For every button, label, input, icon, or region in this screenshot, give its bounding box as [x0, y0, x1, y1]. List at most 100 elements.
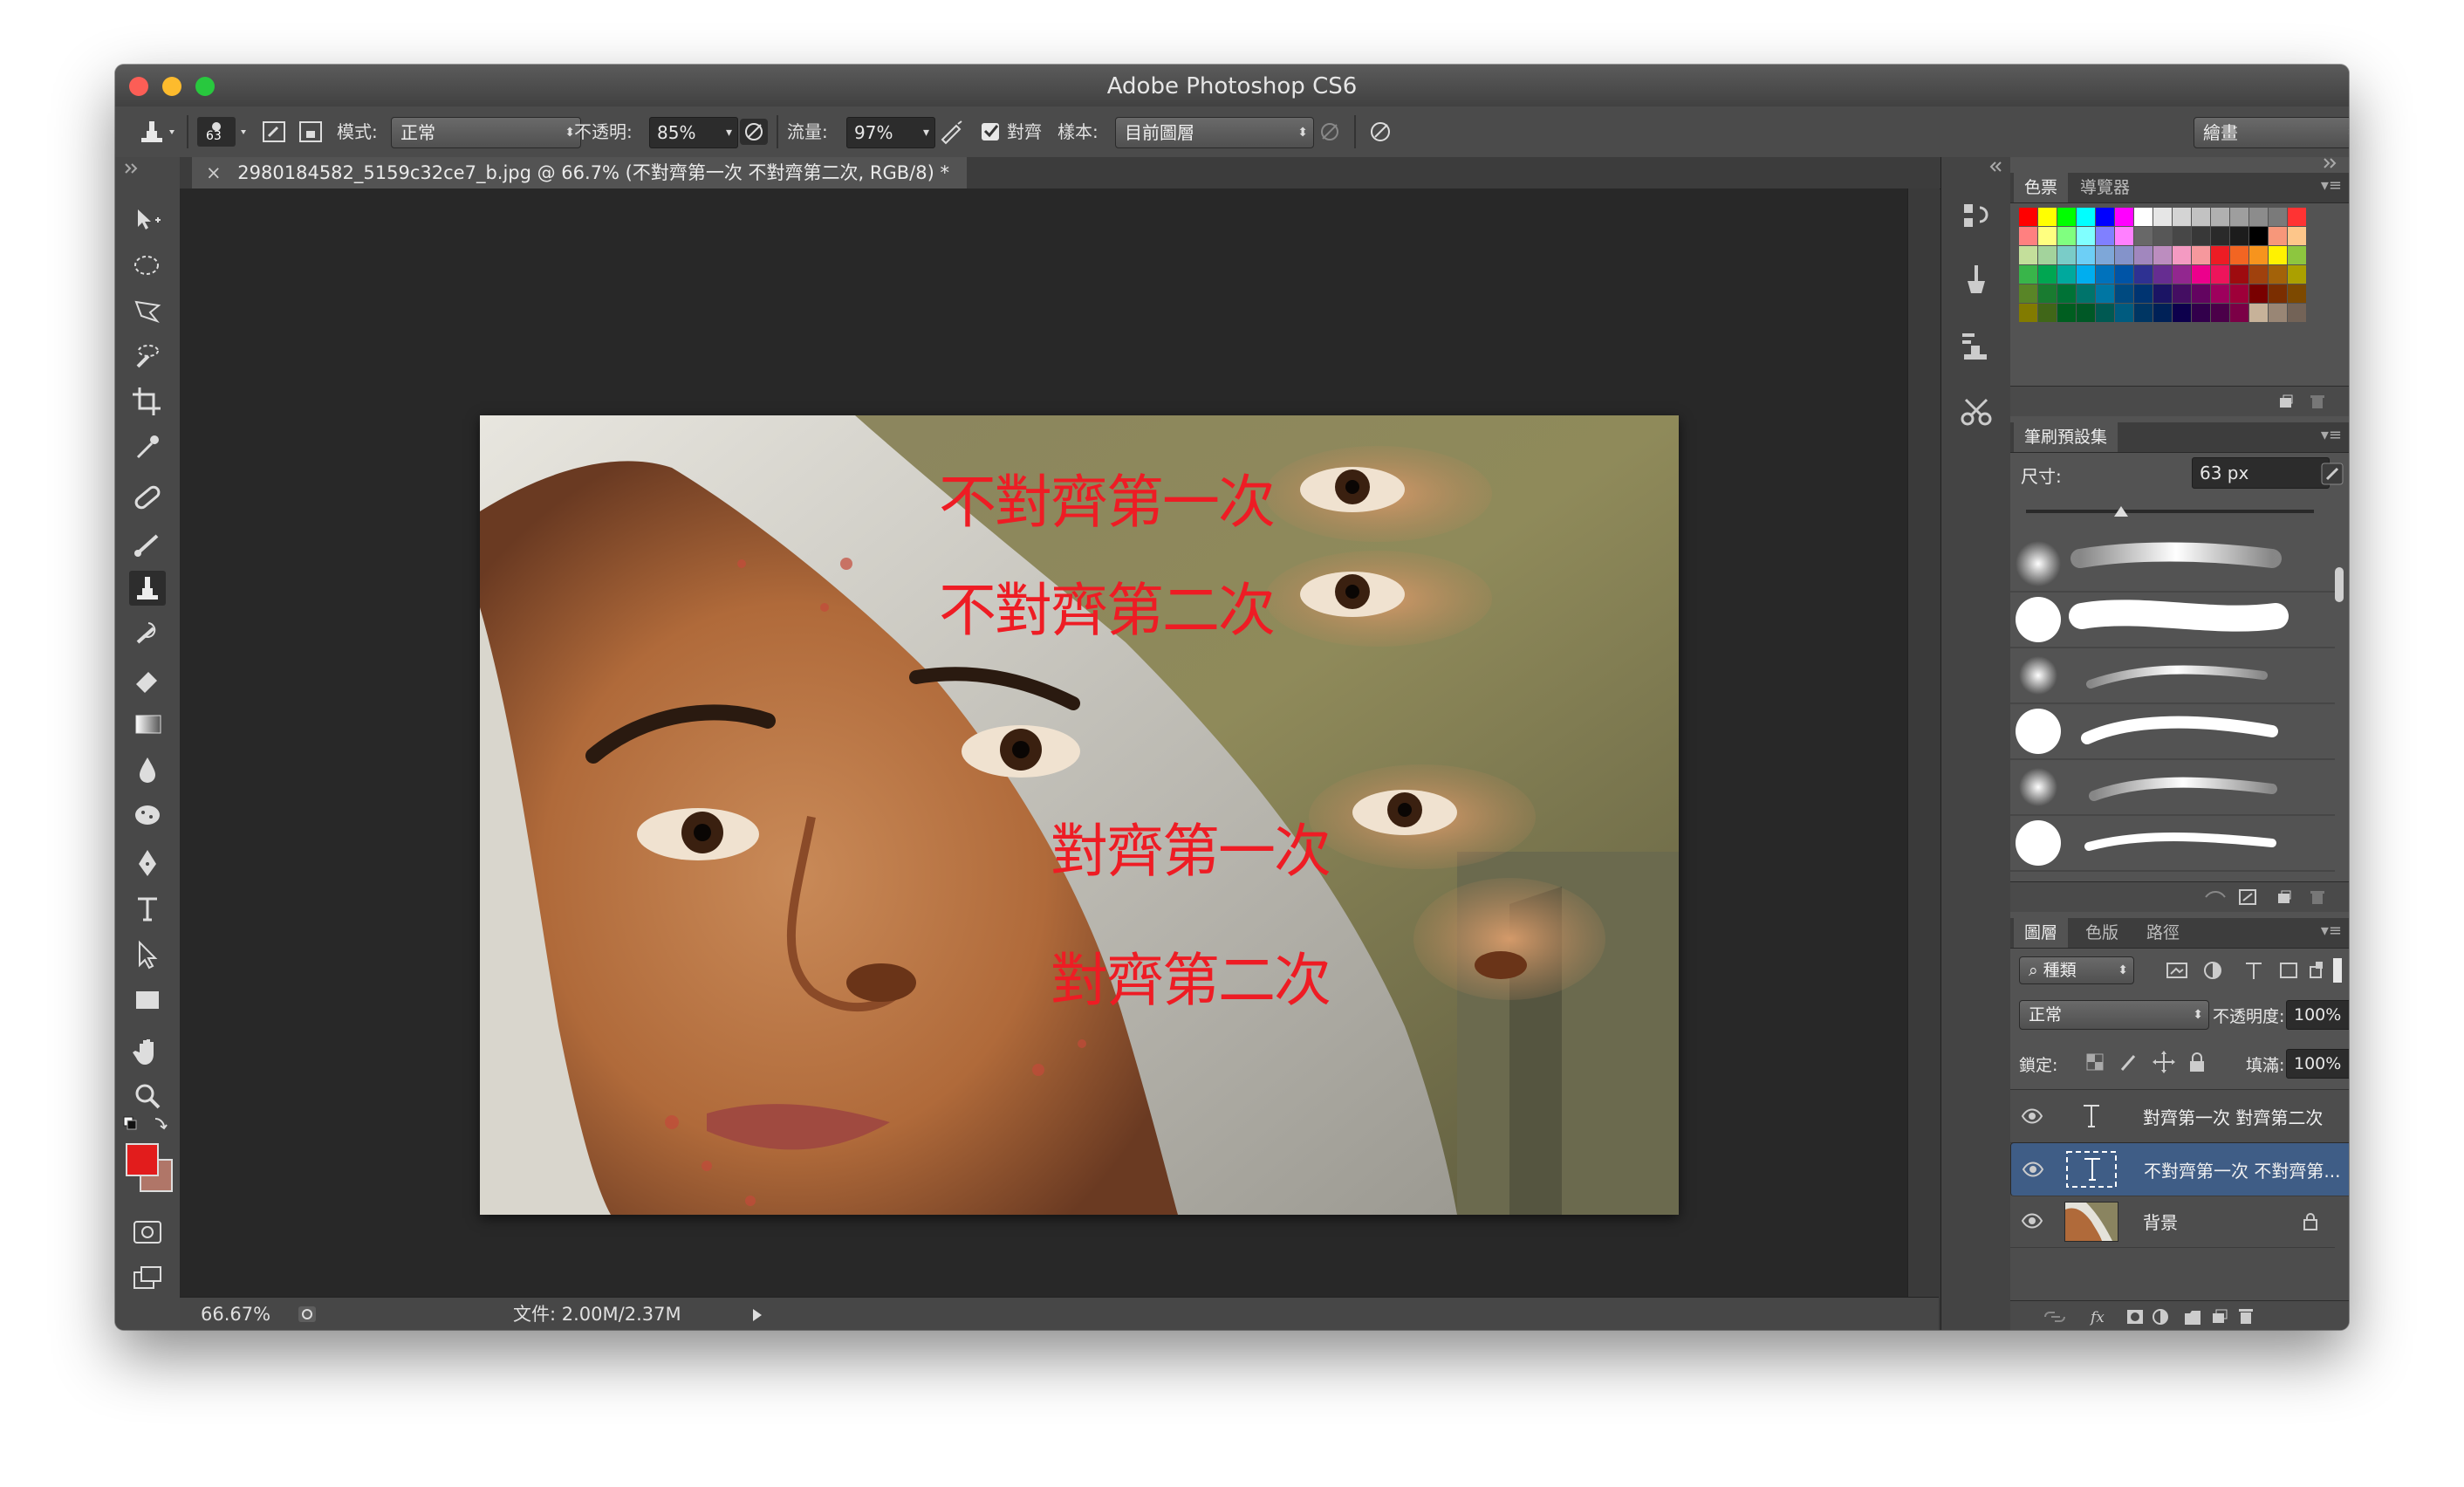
color-swatch[interactable]: [2115, 284, 2133, 303]
brush-tool[interactable]: [129, 525, 166, 560]
color-swatch[interactable]: [2115, 304, 2133, 322]
color-swatch[interactable]: [2269, 246, 2287, 264]
layers-footer-icons[interactable]: fx: [2042, 1306, 2338, 1327]
color-swatch[interactable]: [2096, 284, 2114, 303]
color-swatch[interactable]: [2096, 265, 2114, 284]
fill-input[interactable]: 100%: [2286, 1049, 2349, 1079]
move-tool[interactable]: [129, 202, 166, 237]
opacity-input[interactable]: 85% ▾: [649, 117, 738, 148]
color-swatch[interactable]: [2134, 208, 2153, 226]
tab-layers[interactable]: 圖層: [2014, 918, 2069, 948]
color-swatch[interactable]: [2153, 208, 2172, 226]
close-tab-icon[interactable]: ×: [206, 162, 222, 183]
color-swatch[interactable]: [2096, 208, 2114, 226]
color-swatch[interactable]: [2249, 265, 2268, 284]
color-swatch[interactable]: [2230, 284, 2248, 303]
color-swatch[interactable]: [2192, 208, 2210, 226]
hand-tool[interactable]: [129, 1033, 166, 1068]
color-swatch[interactable]: [2038, 246, 2057, 264]
filter-toggle-switch[interactable]: [2333, 958, 2342, 983]
color-swatch[interactable]: [2288, 208, 2306, 226]
history-panel-button[interactable]: [1957, 197, 1995, 236]
layer-row-unaligned-text[interactable]: 不對齊第一次 不對齊第...: [2010, 1142, 2349, 1196]
sample-select[interactable]: 目前圖層 ⬍: [1115, 117, 1314, 148]
layer-filter-icons[interactable]: [2164, 958, 2338, 983]
history-brush-tool[interactable]: [129, 616, 166, 651]
layer-row-aligned-text[interactable]: 對齊第一次 對齊第二次: [2010, 1090, 2335, 1143]
rectangle-tool[interactable]: [129, 983, 166, 1018]
color-swatch[interactable]: [2115, 265, 2133, 284]
color-swatch[interactable]: [2230, 246, 2248, 264]
color-swatch[interactable]: [2192, 304, 2210, 322]
pressure-opacity-button[interactable]: [738, 117, 770, 147]
healing-brush-tool[interactable]: [129, 480, 166, 515]
quick-mask-button[interactable]: [129, 1215, 166, 1250]
color-swatch[interactable]: [2192, 227, 2210, 245]
marquee-tool[interactable]: [129, 248, 166, 283]
color-swatch[interactable]: [2192, 265, 2210, 284]
visibility-eye-icon[interactable]: [2021, 1210, 2043, 1231]
color-swatch[interactable]: [2134, 227, 2153, 245]
clone-source-panel-toggle[interactable]: [295, 117, 326, 147]
color-swatch[interactable]: [2096, 304, 2114, 322]
panel-menu-icon[interactable]: ▾≡: [2321, 176, 2342, 195]
color-swatch[interactable]: [2173, 208, 2191, 226]
brush-picker[interactable]: 63: [197, 117, 250, 147]
slider-thumb-icon[interactable]: [2113, 506, 2129, 518]
brush-panel-button[interactable]: [1957, 260, 1995, 298]
document-canvas[interactable]: 不對齊第一次 不對齊第二次 對齊第一次 對齊第二次: [480, 415, 1679, 1215]
aligned-checkbox[interactable]: [979, 117, 1003, 147]
color-swatch[interactable]: [2019, 227, 2037, 245]
color-swatch[interactable]: [2019, 265, 2037, 284]
document-tab[interactable]: × 2980184582_5159c32ce7_b.jpg @ 66.7% (不…: [192, 157, 967, 188]
color-swatch[interactable]: [2019, 304, 2037, 322]
foreground-color-swatch[interactable]: [126, 1143, 159, 1176]
color-swatch[interactable]: [2173, 304, 2191, 322]
brush-size-input[interactable]: 63 px: [2192, 457, 2330, 489]
color-swatch[interactable]: [2134, 246, 2153, 264]
color-swatch[interactable]: [2096, 227, 2114, 245]
color-swatch[interactable]: [2057, 227, 2076, 245]
workspace-select[interactable]: 繪畫 ⬍: [2194, 117, 2349, 148]
color-swatch[interactable]: [2057, 284, 2076, 303]
color-swatch[interactable]: [2230, 227, 2248, 245]
pen-tool[interactable]: [129, 846, 166, 881]
color-swatch[interactable]: [2249, 284, 2268, 303]
color-swatch[interactable]: [2115, 208, 2133, 226]
color-swatch[interactable]: [2211, 284, 2229, 303]
eyedropper-tool[interactable]: [129, 429, 166, 464]
status-menu-arrow-icon[interactable]: [749, 1306, 766, 1324]
tab-channels[interactable]: 色版: [2075, 918, 2129, 948]
color-swatch[interactable]: [2019, 246, 2037, 264]
lasso-tool[interactable]: [129, 293, 166, 328]
color-swatch[interactable]: [2249, 304, 2268, 322]
color-swatch[interactable]: [2230, 304, 2248, 322]
tab-paths[interactable]: 路徑: [2136, 918, 2190, 948]
color-swatch[interactable]: [2077, 304, 2095, 322]
color-swatch[interactable]: [2173, 227, 2191, 245]
color-swatch[interactable]: [2019, 208, 2037, 226]
color-swatch[interactable]: [2057, 304, 2076, 322]
color-swatch[interactable]: [2038, 304, 2057, 322]
color-swatch[interactable]: [2269, 227, 2287, 245]
color-swatch[interactable]: [2134, 284, 2153, 303]
color-swatch[interactable]: [2211, 227, 2229, 245]
mode-select[interactable]: 正常 ⬍: [391, 117, 581, 148]
layer-filter-select[interactable]: ⌕ 種類 ⬍: [2019, 956, 2134, 984]
canvas-area[interactable]: 不對齊第一次 不對齊第二次 對齊第一次 對齊第二次: [180, 188, 1907, 1297]
color-swatch[interactable]: [2153, 304, 2172, 322]
crop-tool[interactable]: [129, 384, 166, 419]
color-swatch[interactable]: [2038, 265, 2057, 284]
tab-swatches[interactable]: 色票: [2014, 173, 2069, 202]
tool-preset-picker[interactable]: [127, 117, 180, 147]
color-swatch[interactable]: [2038, 208, 2057, 226]
color-swatch[interactable]: [2077, 284, 2095, 303]
color-swatch[interactable]: [2134, 265, 2153, 284]
color-swatch[interactable]: [2288, 246, 2306, 264]
visibility-eye-icon[interactable]: [2022, 1159, 2044, 1180]
color-swatch[interactable]: [2077, 208, 2095, 226]
default-swap-colors-icon[interactable]: [122, 1115, 173, 1133]
color-swatch[interactable]: [2115, 227, 2133, 245]
color-swatch[interactable]: [2249, 227, 2268, 245]
brush-settings-icon[interactable]: [2237, 887, 2258, 907]
